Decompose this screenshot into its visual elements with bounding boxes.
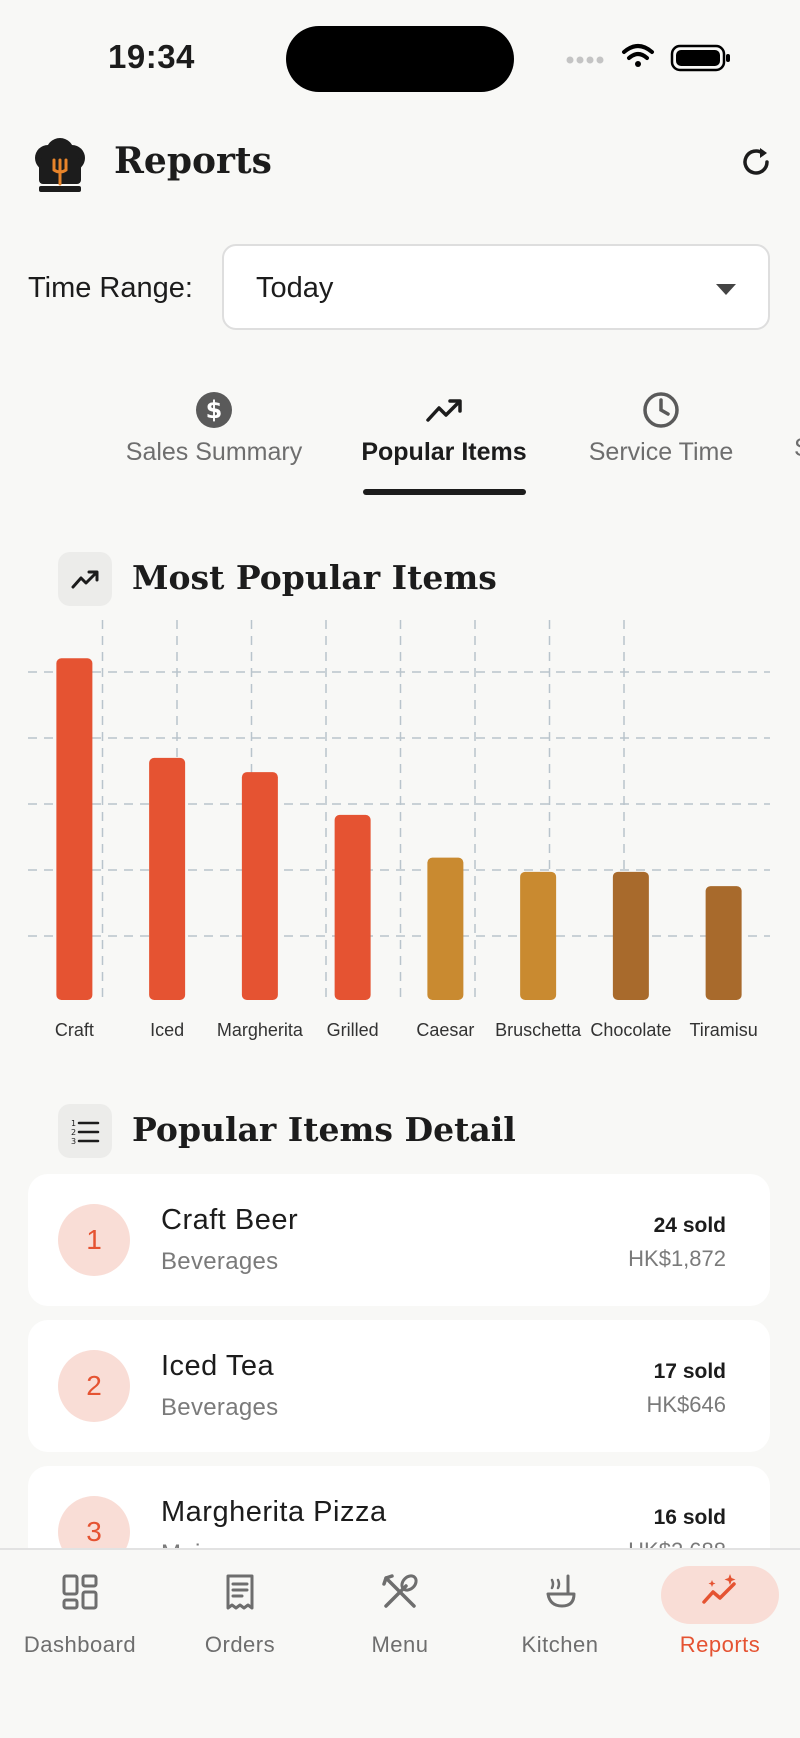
chart-title: Most Popular Items <box>132 558 497 597</box>
list-item[interactable]: 1 Craft Beer Beverages 24 sold HK$1,872 <box>28 1174 770 1306</box>
refresh-icon[interactable] <box>738 144 774 180</box>
item-sold-count: 16 sold <box>653 1506 726 1529</box>
chart-section-header: Most Popular Items <box>58 552 758 608</box>
popular-items-list: 1 Craft Beer Beverages 24 sold HK$1,872 … <box>0 1170 800 1548</box>
nav-label: Menu <box>371 1632 429 1657</box>
chart-bar <box>520 871 557 1000</box>
rank-badge: 2 <box>58 1350 130 1422</box>
x-tick-label: Tiramisu <box>689 1020 757 1040</box>
popular-items-chart: Craft Iced Margherita Grilled Caesar Bruschet… <box>28 620 770 1040</box>
chart-section-icon-box <box>58 552 112 606</box>
item-revenue: HK$646 <box>646 1392 726 1417</box>
nav-label: Reports <box>679 1632 761 1657</box>
tab-popular-items[interactable]: Popular Items <box>358 380 530 500</box>
bottom-nav: Dashboard Orders Menu Kitchen Reports <box>0 1548 800 1738</box>
time-range-row: Time Range: Today <box>0 244 800 332</box>
detail-title: Popular Items Detail <box>132 1110 516 1149</box>
x-tick-label: Craft <box>55 1020 94 1040</box>
svg-text:3: 3 <box>71 1137 76 1146</box>
time-range-label: Time Range: <box>28 272 193 304</box>
x-tick-label: Grilled <box>327 1020 379 1040</box>
nav-reports[interactable]: Reports <box>640 1550 800 1670</box>
nav-kitchen[interactable]: Kitchen <box>480 1550 640 1670</box>
dynamic-island <box>286 26 514 92</box>
item-name: Margherita Pizza <box>161 1496 387 1528</box>
chart-bar <box>705 886 742 1000</box>
chart-bar <box>427 857 464 1000</box>
chart-bar <box>612 871 649 1000</box>
list-item[interactable]: 2 Iced Tea Beverages 17 sold HK$646 <box>28 1320 770 1452</box>
item-sold-count: 24 sold <box>653 1214 726 1237</box>
nav-menu[interactable]: Menu <box>320 1550 480 1670</box>
chart-bar <box>334 814 371 1000</box>
tab-label: Popular Items <box>361 438 527 466</box>
nav-orders[interactable]: Orders <box>160 1550 320 1670</box>
battery-icon <box>670 44 730 72</box>
item-name: Iced Tea <box>161 1350 275 1382</box>
item-category: Main <box>161 1540 214 1548</box>
nav-label: Orders <box>204 1632 276 1657</box>
status-time: 19:34 <box>108 38 195 75</box>
time-range-select[interactable]: Today <box>222 244 770 330</box>
svg-text:2: 2 <box>71 1128 76 1137</box>
chart-grid <box>28 620 770 1000</box>
item-revenue: HK$1,872 <box>628 1246 726 1271</box>
status-icons <box>566 44 730 72</box>
active-tab-indicator <box>363 489 526 495</box>
detail-section-icon-box: 1 2 3 <box>58 1104 112 1158</box>
tab-label: Sales Summary <box>125 438 303 466</box>
chef-hat-icon <box>35 138 85 192</box>
chevron-down-icon <box>716 284 736 295</box>
clock-icon <box>643 392 679 428</box>
status-bar: 19:34 <box>0 0 800 110</box>
dashboard-icon <box>62 1574 98 1610</box>
receipt-icon <box>226 1574 254 1610</box>
dollar-icon: $ <box>196 392 232 428</box>
item-name: Craft Beer <box>161 1204 299 1236</box>
detail-section-header: 1 2 3 Popular Items Detail <box>58 1104 758 1160</box>
page-title: Reports <box>114 140 272 182</box>
tab-service-time[interactable]: Service Time <box>576 380 746 500</box>
reports-icon <box>702 1574 736 1604</box>
list-icon: 1 2 3 <box>71 1119 100 1146</box>
chart-bar <box>149 757 186 1000</box>
list-item[interactable]: 3 Margherita Pizza Main 16 sold HK$2,688 <box>28 1466 770 1548</box>
utensils-icon <box>382 1574 418 1608</box>
rank-badge: 3 <box>58 1496 130 1548</box>
item-sold-count: 17 sold <box>653 1360 726 1383</box>
trending-up-icon <box>71 570 99 589</box>
cellular-signal-icon <box>566 56 604 64</box>
x-tick-label: Margherita <box>217 1020 304 1040</box>
x-tick-label: Caesar <box>416 1020 474 1040</box>
tab-sales-summary[interactable]: $ Sales Summary <box>112 380 316 500</box>
item-category: Beverages <box>161 1394 279 1421</box>
x-tick-label: Chocolate <box>590 1020 671 1040</box>
ladle-icon <box>546 1574 576 1608</box>
item-revenue: HK$2,688 <box>628 1538 726 1548</box>
time-range-value: Today <box>256 272 334 304</box>
nav-dashboard[interactable]: Dashboard <box>0 1550 160 1670</box>
app-header: Reports <box>0 130 800 200</box>
item-category: Beverages <box>161 1248 279 1275</box>
svg-text:1: 1 <box>71 1119 76 1128</box>
nav-label: Dashboard <box>23 1632 137 1657</box>
report-tabs: $ Sales Summary Popular Items Service Ti… <box>0 380 800 500</box>
chart-bar <box>241 772 278 1000</box>
chart-bar <box>56 658 93 1000</box>
x-tick-label: Bruschetta <box>495 1020 582 1040</box>
nav-label: Kitchen <box>521 1632 599 1657</box>
tab-label: Service Time <box>588 438 734 466</box>
svg-text:$: $ <box>206 396 223 424</box>
x-tick-label: Iced <box>150 1020 184 1040</box>
trending-up-icon <box>426 399 462 422</box>
tab-overflow-label[interactable]: S <box>794 434 800 463</box>
wifi-icon <box>622 44 654 67</box>
rank-badge: 1 <box>58 1204 130 1276</box>
